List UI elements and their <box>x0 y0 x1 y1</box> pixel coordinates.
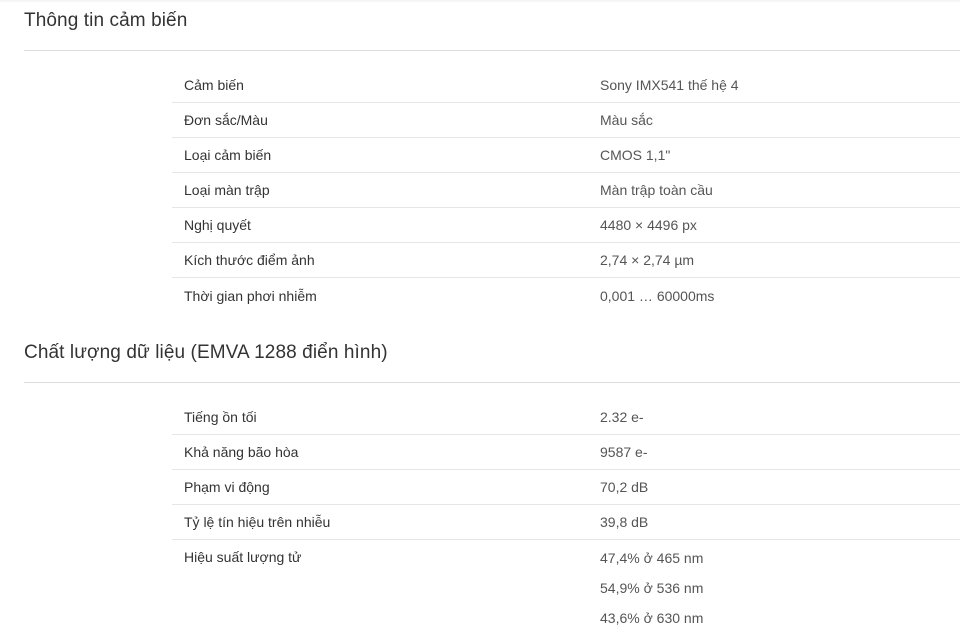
table-row: Cảm biến Sony IMX541 thế hệ 4 <box>172 68 960 103</box>
table-row: Khả năng bão hòa 9587 e- <box>172 435 960 470</box>
row-label: Loại cảm biến <box>184 147 272 163</box>
row-value: Sony IMX541 thế hệ 4 <box>600 77 739 93</box>
row-value: 47,4% ở 465 nm <box>600 550 704 566</box>
row-label: Khả năng bão hòa <box>184 444 299 460</box>
row-value: 9587 e- <box>600 444 648 460</box>
row-value: 2,74 × 2,74 µm <box>600 252 695 268</box>
row-label: Đơn sắc/Màu <box>184 112 268 128</box>
section-divider <box>24 50 960 51</box>
sensor-info-table: Cảm biến Sony IMX541 thế hệ 4 Đơn sắc/Mà… <box>172 68 960 313</box>
row-label: Tiếng ồn tối <box>184 409 257 425</box>
table-row: Nghị quyết 4480 × 4496 px <box>172 208 960 243</box>
top-shadow <box>0 0 960 3</box>
table-row: Phạm vi động 70,2 dB <box>172 470 960 505</box>
row-label: Hiệu suất lượng tử <box>184 549 302 565</box>
data-quality-table: Tiếng ồn tối 2.32 e- Khả năng bão hòa 95… <box>172 400 960 639</box>
table-row: Tỷ lệ tín hiệu trên nhiễu 39,8 dB <box>172 505 960 540</box>
table-row: Tiếng ồn tối 2.32 e- <box>172 400 960 435</box>
row-label: Tỷ lệ tín hiệu trên nhiễu <box>184 514 331 530</box>
row-value: 4480 × 4496 px <box>600 217 697 233</box>
row-label: Kích thước điểm ảnh <box>184 252 315 268</box>
row-value: 54,9% ở 536 nm <box>600 580 704 596</box>
section-divider <box>24 382 960 383</box>
row-value: CMOS 1,1" <box>600 147 671 163</box>
row-value: 0,001 … 60000ms <box>600 287 715 304</box>
row-label: Cảm biến <box>184 77 244 93</box>
table-row-quantum-efficiency: Hiệu suất lượng tử 47,4% ở 465 nm 54,9% … <box>172 540 960 639</box>
row-value: 39,8 dB <box>600 514 649 530</box>
row-value: 70,2 dB <box>600 479 649 495</box>
row-value: Màn trập toàn cầu <box>600 182 713 198</box>
row-label: Thời gian phơi nhiễm <box>184 287 317 304</box>
row-label: Nghị quyết <box>184 217 251 233</box>
row-value: 43,6% ở 630 nm <box>600 610 704 626</box>
row-label: Phạm vi động <box>184 479 270 495</box>
section-title-sensor-info: Thông tin cảm biến <box>24 10 188 31</box>
table-row: Đơn sắc/Màu Màu sắc <box>172 103 960 138</box>
spec-page: Thông tin cảm biến Cảm biến Sony IMX541 … <box>0 0 960 644</box>
row-values: 47,4% ở 465 nm 54,9% ở 536 nm 43,6% ở 63… <box>600 540 960 639</box>
row-label: Loại màn trập <box>184 182 270 198</box>
table-row: Thời gian phơi nhiễm 0,001 … 60000ms <box>172 278 960 313</box>
table-row: Loại cảm biến CMOS 1,1" <box>172 138 960 173</box>
table-row: Kích thước điểm ảnh 2,74 × 2,74 µm <box>172 243 960 278</box>
row-value: Màu sắc <box>600 112 653 128</box>
section-title-data-quality: Chất lượng dữ liệu (EMVA 1288 điển hình) <box>24 342 388 363</box>
table-row: Loại màn trập Màn trập toàn cầu <box>172 173 960 208</box>
row-value: 2.32 e- <box>600 409 644 425</box>
